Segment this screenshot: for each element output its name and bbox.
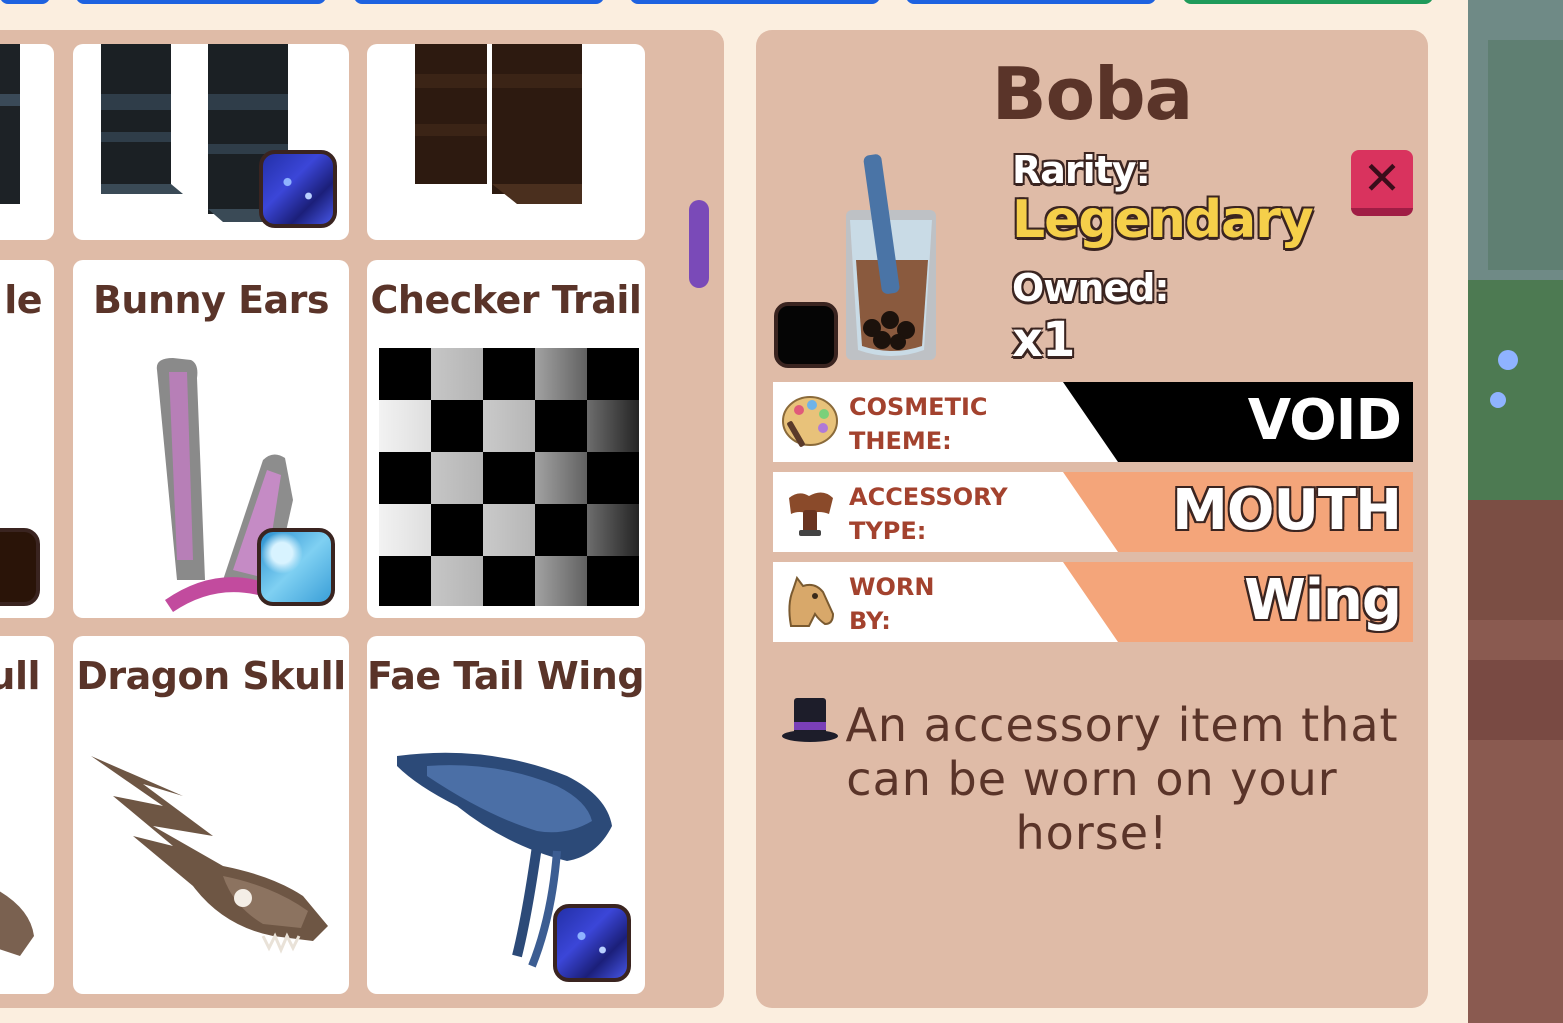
item-name: Boba	[991, 52, 1193, 136]
accessory-type-row: ACCESSORY TYPE: MOUTH	[773, 472, 1413, 552]
item-detail-panel: Boba Rarity: Legendary Owned: x1 ✕ COSME…	[756, 30, 1428, 1008]
dark-theme-badge-icon	[0, 528, 40, 606]
close-icon: ✕	[1362, 151, 1402, 205]
inventory-card-dragon-skull[interactable]: Dragon Skull	[73, 636, 349, 994]
item-image-boots	[0, 44, 20, 204]
item-image-dragon-skull	[91, 756, 328, 954]
item-image-skull-partial	[0, 891, 34, 956]
rarity-value: Legendary	[1012, 190, 1314, 250]
row-label: ACCESSORY TYPE:	[849, 483, 1008, 545]
saddle-icon	[789, 492, 833, 536]
top-tab-6[interactable]	[1183, 0, 1433, 4]
world-scenery	[1468, 0, 1563, 1023]
inventory-card-checker-trail[interactable]: Checker Trail	[367, 260, 645, 618]
close-button[interactable]: ✕	[1351, 150, 1413, 216]
item-image-checker-trail	[379, 348, 639, 606]
top-tab-1[interactable]	[0, 0, 50, 4]
inventory-card[interactable]: ull	[0, 636, 54, 994]
row-label: WORN BY:	[849, 573, 935, 635]
boba-item-image	[774, 154, 936, 368]
rarity-label: Rarity:	[1012, 148, 1151, 192]
horse-head-icon	[788, 575, 835, 627]
owned-label: Owned:	[1012, 266, 1170, 310]
row-label: COSMETIC THEME:	[849, 393, 988, 455]
palette-icon	[782, 396, 838, 447]
row-value: MOUTH	[1172, 478, 1402, 543]
owned-value: x1	[1012, 312, 1075, 368]
cosmetic-theme-row: COSMETIC THEME: VOID	[773, 382, 1413, 462]
inventory-card[interactable]	[73, 44, 349, 240]
item-title: le	[4, 278, 42, 322]
top-tab-2[interactable]	[76, 0, 326, 4]
ice-theme-badge-icon	[257, 528, 335, 606]
top-tab-4[interactable]	[630, 0, 880, 4]
inventory-card[interactable]	[367, 44, 645, 240]
inventory-card[interactable]: le	[0, 260, 54, 618]
void-theme-badge-icon	[553, 904, 631, 982]
game-world-background	[1468, 0, 1563, 1023]
inventory-card-bunny-ears[interactable]: Bunny Ears	[73, 260, 349, 618]
inventory-card[interactable]	[0, 44, 54, 240]
inventory-card-fae-tail-wings[interactable]: Fae Tail Wings	[367, 636, 645, 994]
row-value: Wing	[1244, 568, 1402, 633]
row-value: VOID	[1247, 388, 1402, 453]
void-theme-badge-icon	[259, 150, 337, 228]
top-tab-5[interactable]	[906, 0, 1156, 4]
item-image-brown-boots	[415, 44, 582, 204]
item-description: An accessory item that can be worn on yo…	[845, 698, 1399, 860]
inventory-scrollbar[interactable]	[689, 200, 709, 288]
worn-by-row: WORN BY: Wing	[773, 562, 1413, 642]
top-tab-3[interactable]	[354, 0, 604, 4]
inventory-panel: le Bunny Ears Checker Trail ull Dragon S…	[0, 30, 724, 1008]
